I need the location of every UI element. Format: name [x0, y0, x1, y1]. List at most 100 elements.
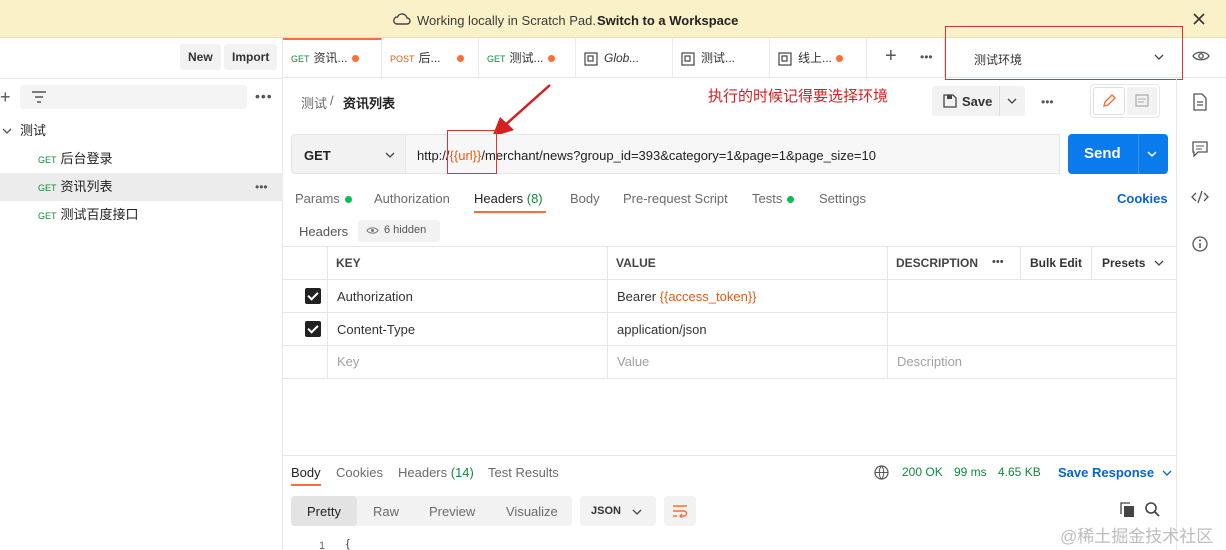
tab-label: 后... — [418, 51, 441, 65]
environment-selector[interactable]: 测试环境 — [945, 26, 1183, 80]
collection-name: 测试 — [20, 123, 47, 138]
plus-icon[interactable]: + — [0, 87, 11, 108]
header-checkbox[interactable] — [305, 288, 321, 304]
import-button[interactable]: Import — [224, 44, 278, 70]
tab-tests[interactable]: Tests — [752, 191, 795, 206]
tab-body[interactable]: Body — [570, 191, 600, 206]
view-raw[interactable]: Raw — [373, 504, 399, 519]
sidebar: New Import + ••• 测试 GET 后台登录 GET 资讯列表 ••• … — [0, 38, 283, 550]
url-input[interactable]: http://{{url}}/merchant/news?group_id=39… — [406, 134, 1060, 174]
more-icon[interactable]: ••• — [255, 88, 273, 104]
header-checkbox[interactable] — [305, 321, 321, 337]
more-icon[interactable]: ••• — [992, 256, 1004, 268]
chevron-down-icon[interactable] — [1147, 150, 1157, 158]
tab-label: 资讯... — [313, 51, 348, 65]
tab-news-list[interactable]: GET 资讯... — [283, 38, 382, 78]
watermark: @稀土掘金技术社区 — [1060, 527, 1214, 546]
cookies-link[interactable]: Cookies — [1117, 191, 1168, 206]
tab-label: 线上... — [798, 51, 833, 65]
pencil-icon — [1103, 94, 1116, 107]
tab-globals[interactable]: Glob... — [576, 38, 673, 78]
banner-text: Working locally in Scratch Pad. — [417, 13, 596, 28]
code-icon[interactable] — [1191, 190, 1209, 204]
tab-test-env[interactable]: 测试... — [673, 38, 770, 78]
sidebar-item-baidu-test[interactable]: GET 测试百度接口 — [0, 201, 283, 229]
wrap-lines-button[interactable] — [664, 496, 696, 526]
save-response-button[interactable]: Save Response — [1058, 465, 1172, 480]
unsaved-dot — [836, 55, 844, 63]
tab-label: 测试... — [701, 51, 736, 65]
chevron-down-icon[interactable] — [2, 127, 12, 135]
method-badge: GET — [38, 155, 57, 165]
method-value: GET — [304, 148, 331, 163]
new-tab-icon[interactable]: + — [885, 45, 897, 68]
environment-icon — [584, 52, 598, 66]
more-icon[interactable]: ••• — [255, 173, 268, 201]
tab-params[interactable]: Params — [295, 191, 352, 206]
collection-row[interactable]: 测试 — [0, 117, 283, 145]
view-preview[interactable]: Preview — [429, 504, 475, 519]
eye-icon[interactable] — [1192, 50, 1210, 62]
right-rail — [1176, 78, 1226, 550]
method-select[interactable]: GET — [291, 134, 406, 174]
copy-icon[interactable] — [1120, 502, 1135, 518]
unsaved-dot — [456, 55, 464, 63]
edit-mode-button[interactable] — [1093, 87, 1125, 115]
response-time: 99 ms — [954, 465, 987, 479]
comments-icon[interactable] — [1192, 141, 1208, 157]
send-button[interactable]: Send — [1068, 134, 1168, 174]
info-icon[interactable] — [1192, 236, 1208, 252]
search-icon[interactable] — [1145, 502, 1160, 517]
tab-settings[interactable]: Settings — [819, 191, 866, 206]
headers-section-title: Headers — [299, 224, 349, 239]
tab-label: Glob... — [604, 51, 640, 65]
hidden-headers-toggle[interactable]: 6 hidden — [358, 220, 440, 242]
tab-pre-request-script[interactable]: Pre-request Script — [623, 191, 728, 206]
page-title: 资讯列表 — [343, 96, 396, 111]
annotation-text: 执行的时候记得要选择环境 — [708, 88, 889, 105]
column-description: DESCRIPTION — [896, 256, 979, 270]
filter-icon[interactable] — [32, 91, 46, 103]
sidebar-item-login[interactable]: GET 后台登录 — [0, 145, 283, 173]
response-tab-body[interactable]: Body — [291, 465, 321, 480]
request-name: 后台登录 — [60, 151, 113, 166]
format-select[interactable]: JSON — [580, 496, 656, 526]
bulk-edit-button[interactable]: Bulk Edit — [1030, 256, 1082, 270]
new-button[interactable]: New — [180, 44, 221, 70]
new-value-input[interactable]: Value — [617, 354, 649, 369]
tab-headers[interactable]: Headers (8) — [474, 191, 543, 206]
header-value[interactable]: application/json — [617, 322, 707, 337]
doc-mode-button[interactable] — [1127, 87, 1157, 115]
sidebar-search-input[interactable] — [20, 85, 247, 109]
tab-online-env[interactable]: 线上... — [770, 38, 867, 78]
response-tab-test-results[interactable]: Test Results — [488, 465, 559, 480]
header-key[interactable]: Content-Type — [337, 322, 415, 337]
send-label: Send — [1084, 145, 1121, 162]
tab-login[interactable]: POST 后... — [382, 38, 479, 78]
chevron-down-icon — [632, 509, 642, 515]
chevron-down-icon[interactable] — [1007, 97, 1017, 105]
method-badge: GET — [291, 54, 310, 64]
breadcrumb-parent[interactable]: 测试 — [301, 93, 327, 112]
close-icon[interactable] — [1192, 12, 1206, 26]
new-description-input[interactable]: Description — [897, 354, 962, 369]
response-tab-headers[interactable]: Headers (14) — [398, 465, 474, 480]
documentation-icon[interactable] — [1193, 93, 1207, 111]
switch-workspace-link[interactable]: Switch to a Workspace — [597, 13, 738, 28]
sidebar-item-news-list[interactable]: GET 资讯列表 ••• — [0, 173, 283, 201]
chevron-down-icon — [1154, 54, 1164, 60]
presets-dropdown[interactable]: Presets — [1102, 256, 1164, 270]
format-value: JSON — [591, 505, 621, 517]
request-name: 资讯列表 — [60, 179, 113, 194]
view-pretty-label[interactable]: Pretty — [307, 504, 341, 519]
header-key[interactable]: Authorization — [337, 289, 413, 304]
header-value[interactable]: Bearer {{access_token}} — [617, 289, 757, 304]
tab-test[interactable]: GET 测试... — [479, 38, 576, 78]
more-tabs-icon[interactable]: ••• — [920, 50, 933, 64]
more-icon[interactable]: ••• — [1041, 95, 1054, 109]
tab-authorization[interactable]: Authorization — [374, 191, 450, 206]
save-button[interactable]: Save — [932, 86, 1025, 116]
new-key-input[interactable]: Key — [337, 354, 359, 369]
view-visualize[interactable]: Visualize — [506, 504, 558, 519]
response-tab-cookies[interactable]: Cookies — [336, 465, 383, 480]
